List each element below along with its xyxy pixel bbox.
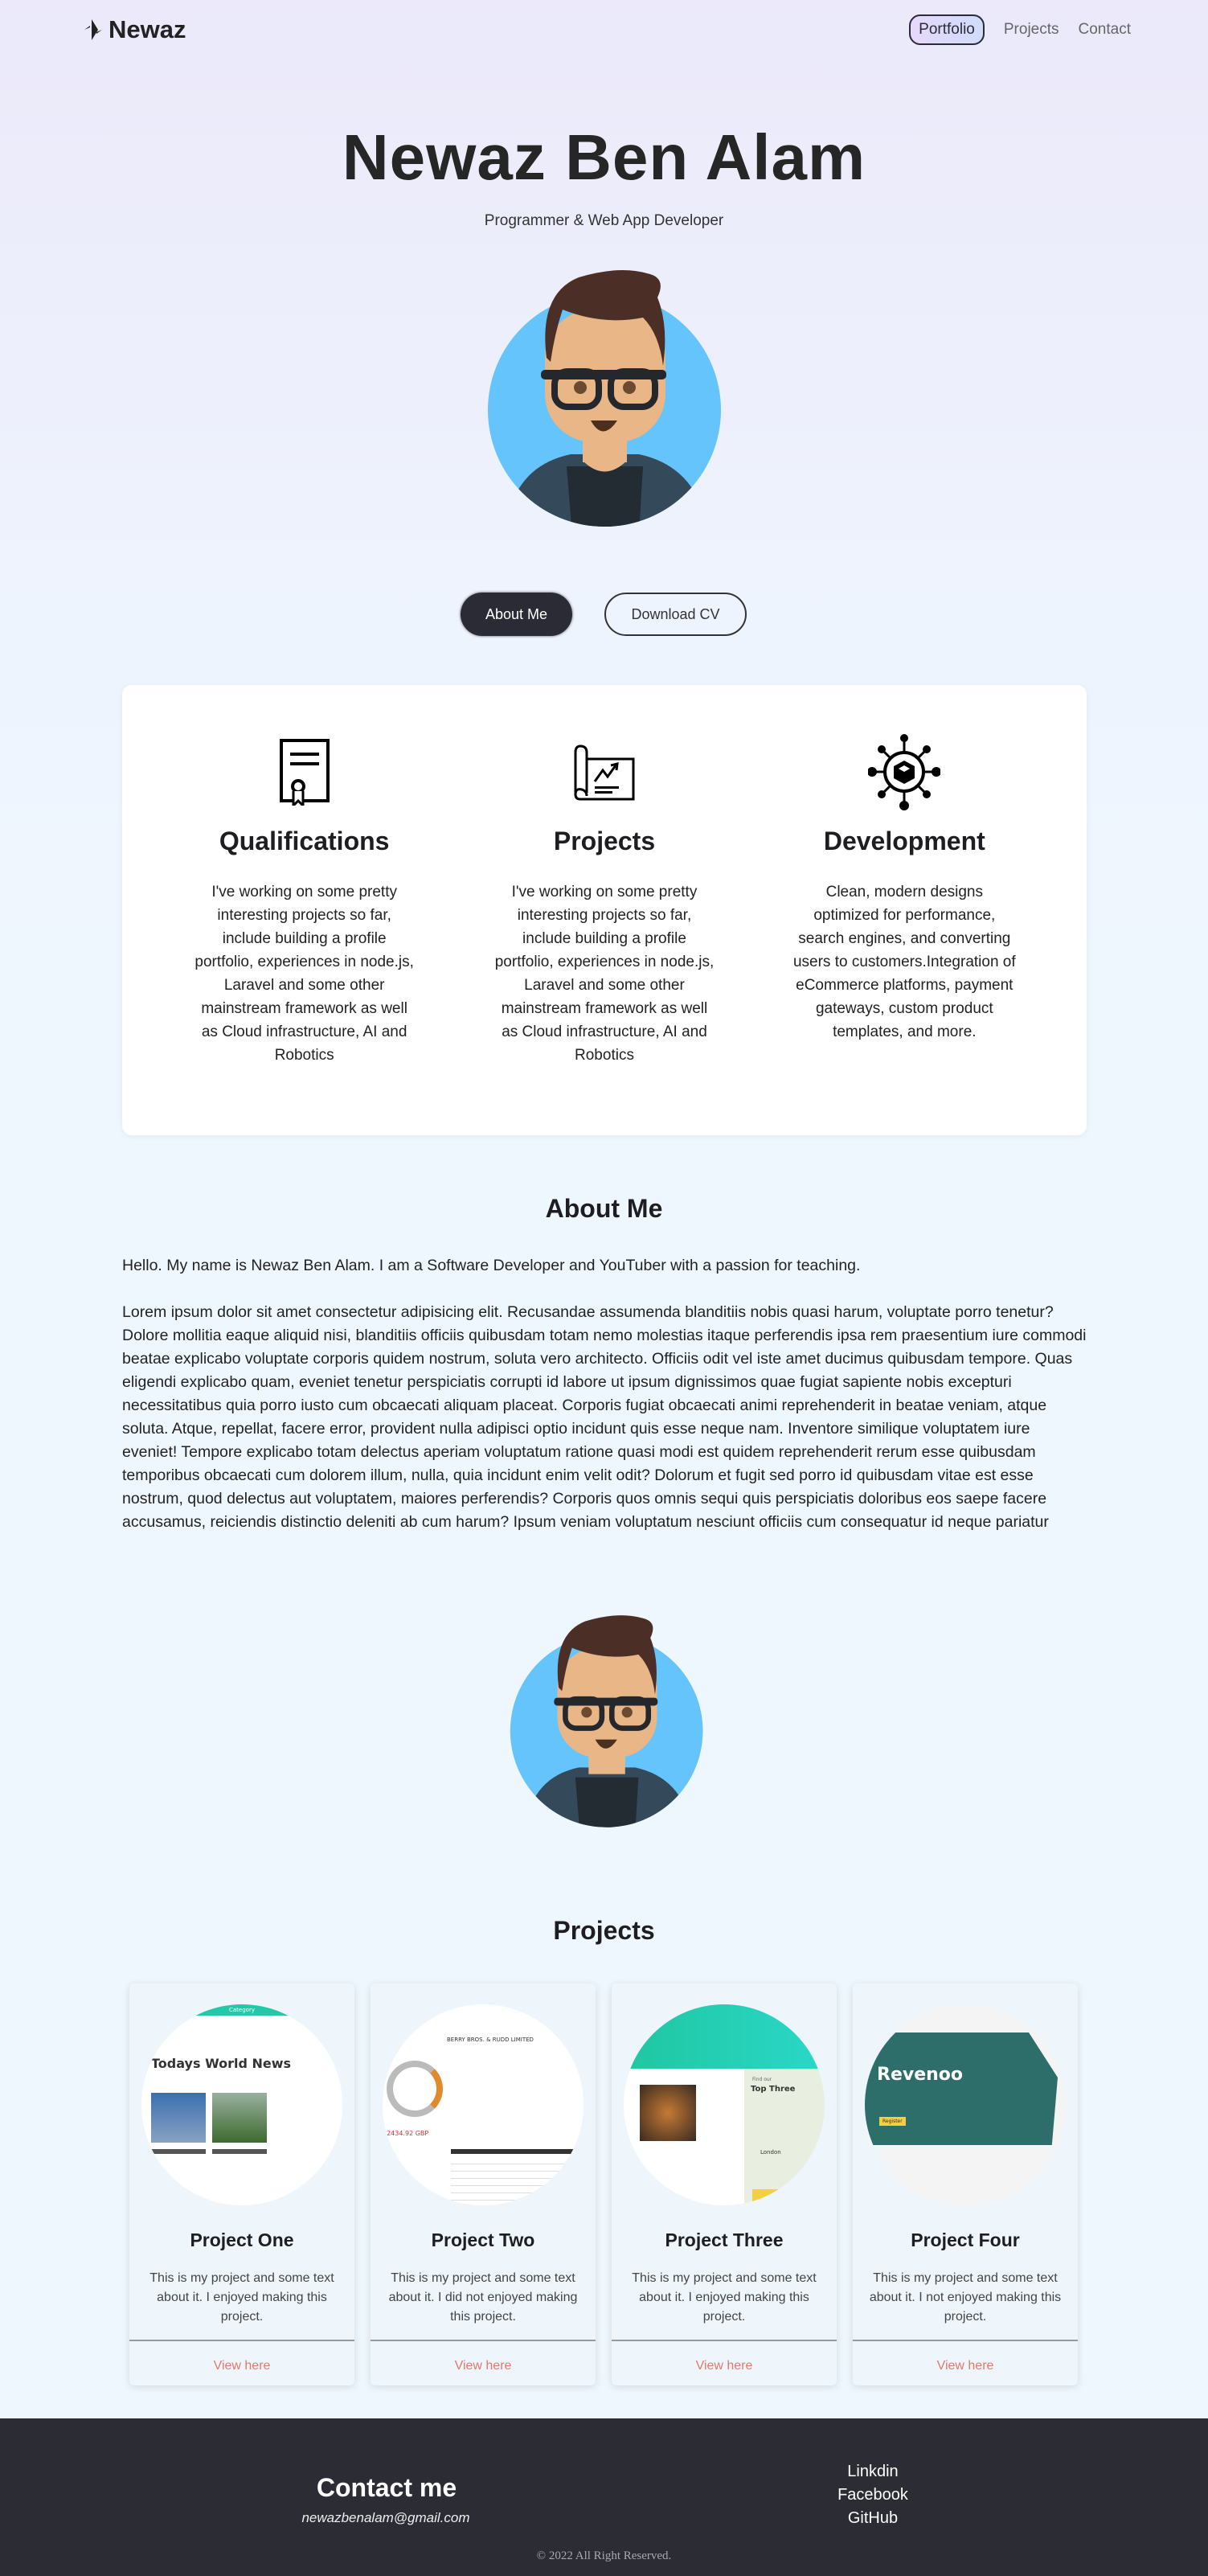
project-desc: This is my project and some text about i… (149, 2271, 334, 2324)
copyright: © 2022 All Right Reserved. (536, 2549, 672, 2562)
view-project-link[interactable]: View here (371, 2359, 596, 2373)
project-card: BERRY BROS. & RUDD LIMITED 22434.92 GBP … (371, 1983, 596, 2385)
page-title: Newaz Ben Alam (342, 121, 866, 193)
project-thumbnail: Revenoo Register (865, 2004, 1066, 2205)
project-card: Find our Top Three London Project Three … (612, 1983, 837, 2385)
project-thumbnail: Find our Top Three London (624, 2004, 825, 2205)
service-projects: Projects I've working on some pretty int… (484, 733, 725, 1135)
linkedin-link[interactable]: Linkdin (792, 2460, 953, 2484)
project-card: Category Todays World News Project One T… (129, 1983, 354, 2385)
thumb-pre: Find our (752, 2077, 772, 2082)
service-development: Development Clean, modern designs optimi… (784, 733, 1025, 1135)
project-title: Project Three (665, 2229, 784, 2250)
divider (371, 2340, 596, 2341)
nav-projects[interactable]: Projects (1004, 21, 1059, 39)
project-desc: This is my project and some text about i… (869, 2271, 1062, 2324)
github-link[interactable]: GitHub (792, 2507, 953, 2530)
about-text: Hello. My name is Newaz Ben Alam. I am a… (122, 1254, 1087, 1557)
service-title: Development (823, 827, 985, 855)
main-nav: Portfolio Projects Contact (909, 14, 1131, 45)
thumb-headline: Revenoo (877, 2065, 964, 2085)
service-text: Clean, modern designs optimized for perf… (792, 884, 1016, 1040)
contact-email[interactable]: newazbenalam@gmail.com (265, 2510, 506, 2526)
view-project-link[interactable]: View here (129, 2359, 354, 2373)
about-me-button[interactable]: About Me (461, 593, 572, 636)
logo-text: Newaz (109, 15, 186, 43)
certificate-icon (279, 739, 330, 806)
subtitle: Programmer & Web App Developer (484, 212, 724, 229)
divider (853, 2340, 1078, 2341)
project-thumbnail: Category Todays World News (141, 2004, 342, 2205)
about-intro: Hello. My name is Newaz Ben Alam. I am a… (122, 1257, 861, 1274)
project-desc: This is my project and some text about i… (632, 2271, 817, 2324)
nav-portfolio[interactable]: Portfolio (909, 14, 985, 45)
facebook-link[interactable]: Facebook (792, 2484, 953, 2507)
projects-title: Projects (553, 1916, 655, 1945)
divider (612, 2340, 837, 2341)
view-project-link[interactable]: View here (612, 2359, 837, 2373)
social-links: Linkdin Facebook GitHub (792, 2460, 953, 2530)
project-desc: This is my project and some text about i… (388, 2271, 578, 2324)
contact-title: Contact me (316, 2473, 457, 2502)
avatar (488, 270, 721, 527)
service-text: I've working on some pretty interesting … (494, 884, 715, 1064)
thumb-button: Register (879, 2117, 906, 2126)
project-card: Revenoo Register Project Four This is my… (853, 1983, 1078, 2385)
about-body: Lorem ipsum dolor sit amet consectetur a… (122, 1303, 1087, 1531)
nav-contact[interactable]: Contact (1079, 21, 1131, 39)
projects-grid: Category Todays World News Project One T… (129, 1983, 1078, 2385)
download-cv-button[interactable]: Download CV (604, 593, 747, 636)
thumb-headline: Top Three (751, 2085, 796, 2094)
logo-icon (84, 14, 102, 45)
about-title: About Me (545, 1194, 663, 1223)
project-thumbnail: BERRY BROS. & RUDD LIMITED 22434.92 GBP (383, 2004, 584, 2205)
thumb-nav: Category (190, 2004, 294, 2016)
service-title: Qualifications (219, 827, 390, 855)
avatar-small (510, 1615, 703, 1827)
service-qualifications: Qualifications I've working on some pret… (184, 733, 425, 1135)
chart-scroll-icon (574, 744, 635, 801)
project-title: Project One (190, 2229, 294, 2250)
divider (129, 2340, 354, 2341)
thumb-city: London (760, 2149, 781, 2156)
thumb-amount: 22434.92 GBP (383, 2130, 429, 2137)
thumb-headline: Todays World News (151, 2056, 292, 2071)
service-title: Projects (553, 827, 656, 855)
view-project-link[interactable]: View here (853, 2359, 1078, 2373)
project-title: Project Two (431, 2229, 535, 2250)
logo[interactable]: Newaz (84, 14, 186, 45)
service-text: I've working on some pretty interesting … (195, 884, 414, 1064)
project-title: Project Four (911, 2229, 1020, 2250)
footer: Contact me newazbenalam@gmail.com Linkdi… (0, 2418, 1208, 2576)
services-card: Qualifications I've working on some pret… (122, 685, 1087, 1135)
network-cube-icon (868, 734, 941, 810)
thumb-headline: BERRY BROS. & RUDD LIMITED (447, 2037, 534, 2043)
